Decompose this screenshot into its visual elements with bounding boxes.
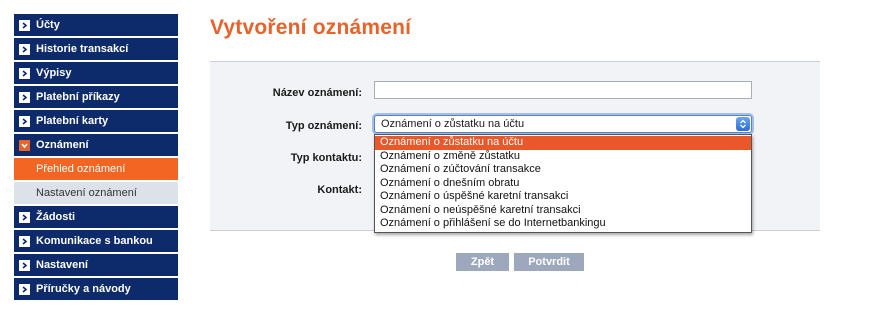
sidebar-subitem-prehled-oznameni[interactable]: Přehled oznámení	[14, 158, 178, 180]
sidebar-item-platebni-prikazy[interactable]: Platební příkazy	[14, 86, 178, 108]
sidebar-subitem-label: Nastavení oznámení	[36, 187, 137, 199]
contact-type-label: Typ kontaktu:	[290, 152, 362, 164]
back-button[interactable]: Zpět	[456, 253, 509, 271]
chevron-right-icon	[19, 235, 30, 247]
sidebar-item-historie-transakci[interactable]: Historie transakcí	[14, 38, 178, 60]
sidebar-item-label: Historie transakcí	[36, 43, 129, 55]
sidebar-subitem-label: Přehled oznámení	[36, 163, 126, 175]
sidebar-item-label: Příručky a návody	[36, 283, 131, 295]
sidebar-item-vypisy[interactable]: Výpisy	[14, 62, 178, 84]
type-select-value: Oznámení o zůstatku na účtu	[381, 118, 525, 130]
dropdown-option[interactable]: Oznámení o zúčtování transakce	[375, 163, 751, 177]
sidebar-item-label: Nastavení	[36, 259, 88, 271]
chevron-right-icon	[19, 211, 30, 223]
type-dropdown-list: Oznámení o zůstatku na účtu Oznámení o z…	[374, 134, 752, 233]
dropdown-option[interactable]: Oznámení o přihlášení se do Internetbank…	[375, 217, 751, 231]
type-select[interactable]: Oznámení o zůstatku na účtu	[374, 115, 752, 133]
confirm-button[interactable]: Potvrdit	[514, 253, 584, 271]
page-title: Vytvoření oznámení	[210, 16, 412, 39]
dropdown-option[interactable]: Oznámení o dnešním obratu	[375, 177, 751, 191]
chevron-right-icon	[19, 19, 30, 31]
sidebar-item-label: Účty	[36, 19, 60, 31]
sidebar-item-label: Výpisy	[36, 67, 72, 79]
chevron-right-icon	[19, 67, 30, 79]
sidebar-item-prirucky-a-navody[interactable]: Příručky a návody	[14, 278, 178, 300]
name-label: Název oznámení:	[272, 87, 362, 99]
sidebar-item-label: Žádosti	[36, 211, 76, 223]
chevron-right-icon	[19, 43, 30, 55]
dropdown-option[interactable]: Oznámení o úspěšné karetní transakci	[375, 190, 751, 204]
dropdown-option[interactable]: Oznámení o změně zůstatku	[375, 150, 751, 164]
sidebar-subitem-nastaveni-oznameni[interactable]: Nastavení oznámení	[14, 182, 178, 204]
chevron-right-icon	[19, 283, 30, 295]
chevron-right-icon	[19, 115, 30, 127]
type-label: Typ oznámení:	[285, 120, 362, 132]
sidebar-item-ucty[interactable]: Účty	[14, 14, 178, 36]
sidebar-nav: Účty Historie transakcí Výpisy Platební …	[14, 14, 178, 302]
chevron-right-icon	[19, 259, 30, 271]
dropdown-option[interactable]: Oznámení o neúspěšné karetní transakci	[375, 204, 751, 218]
sidebar-item-label: Oznámení	[36, 139, 89, 151]
sidebar-item-komunikace-s-bankou[interactable]: Komunikace s bankou	[14, 230, 178, 252]
sidebar-item-label: Komunikace s bankou	[36, 235, 153, 247]
chevron-right-icon	[19, 91, 30, 103]
sidebar-item-platebni-karty[interactable]: Platební karty	[14, 110, 178, 132]
name-input[interactable]	[374, 81, 752, 99]
sidebar-item-nastaveni[interactable]: Nastavení	[14, 254, 178, 276]
chevron-down-icon	[19, 139, 30, 151]
sidebar-item-label: Platební příkazy	[36, 91, 120, 103]
select-arrows-icon	[736, 117, 750, 131]
sidebar-item-zadosti[interactable]: Žádosti	[14, 206, 178, 228]
dropdown-option[interactable]: Oznámení o zůstatku na účtu	[375, 136, 751, 150]
contact-label: Kontakt:	[317, 184, 362, 196]
sidebar-item-label: Platební karty	[36, 115, 109, 127]
sidebar-item-oznameni[interactable]: Oznámení	[14, 134, 178, 156]
